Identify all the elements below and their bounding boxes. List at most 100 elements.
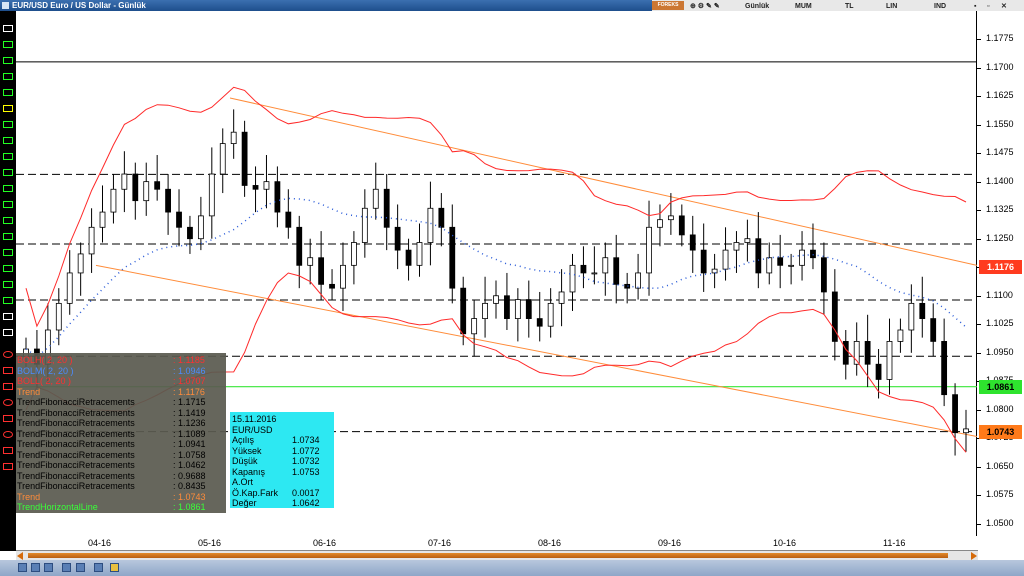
info-row: Ö.Kap.Fark 0.0017 (232, 488, 332, 498)
candle-body (351, 242, 357, 266)
save-icon[interactable] (76, 563, 85, 572)
legend-series-value: : 1.0861 (173, 502, 206, 512)
ellipse-tool-icon[interactable] (3, 351, 13, 358)
grid-tool-icon[interactable] (3, 169, 13, 176)
settings-icon[interactable] (44, 563, 53, 572)
print-icon[interactable] (62, 563, 71, 572)
scroll-thumb[interactable] (28, 553, 948, 558)
scroll-left-icon[interactable] (17, 552, 23, 560)
vline-tool-icon[interactable] (3, 265, 13, 272)
candle-body (755, 238, 762, 274)
candle-body (821, 257, 827, 293)
candle-body (514, 299, 521, 319)
price-tick-label: 1.1250 (986, 232, 1014, 243)
candle-body (449, 226, 456, 289)
ohlc-info-panel: 15.11.2016 EUR/USD Açılış 1.0734 Yüksek 1.0… (230, 412, 334, 508)
candle-body (700, 249, 707, 274)
legend-series-name: BOLH( 2, 20 ) (17, 355, 73, 365)
arc-tool-icon[interactable] (3, 137, 13, 144)
candle-body (471, 318, 478, 335)
eraser-tool-icon[interactable] (3, 329, 13, 336)
candle-body (525, 299, 532, 319)
price-tick-mark (977, 210, 981, 212)
legend-series-value: : 1.1715 (173, 397, 206, 407)
pitchfork-tool-icon[interactable] (3, 201, 13, 208)
candle-body (897, 329, 904, 342)
candle-body (165, 188, 171, 213)
price-tick-label: 1.1025 (986, 318, 1014, 329)
cursor-tool-icon[interactable] (3, 25, 13, 32)
hline-tool-icon[interactable] (3, 73, 13, 80)
refresh-icon[interactable] (31, 563, 40, 572)
legend-series-name: BOLM( 2, 20 ) (17, 365, 74, 376)
candle-body (744, 238, 751, 243)
dot-tool-icon[interactable] (3, 431, 13, 438)
candle-body (864, 341, 871, 365)
info-key: A.Ort (232, 477, 254, 487)
legend-row: TrendFibonacciRetracements: 0.9688 (17, 471, 225, 482)
text-tool-icon[interactable] (3, 313, 13, 320)
fan-tool-icon[interactable] (3, 121, 13, 128)
candle-body (110, 188, 117, 213)
rect-tool-icon[interactable] (3, 367, 13, 374)
legend-series-value: : 1.1176 (173, 386, 205, 397)
candle-body (329, 283, 335, 289)
candle-body (241, 131, 248, 186)
price-tick-mark (977, 352, 981, 354)
horizontal-scrollbar[interactable] (16, 550, 978, 560)
triangle-tool-icon[interactable] (3, 383, 13, 390)
candle-body (591, 272, 598, 275)
cycle-tool-icon[interactable] (3, 217, 13, 224)
candle-body (427, 207, 434, 243)
gann-tool-icon[interactable] (3, 153, 13, 160)
bottom-taskbar (0, 560, 1024, 576)
price-tick-label: 1.0950 (986, 346, 1014, 357)
price-tick-label: 1.1400 (986, 175, 1014, 186)
legend-row: TrendFibonacciRetracements: 1.1419 (17, 408, 225, 419)
candle-body (788, 264, 795, 267)
candle-body (77, 253, 84, 274)
line-tool-icon[interactable] (3, 41, 13, 48)
price-tick-mark (977, 181, 981, 183)
flag-tool-icon[interactable] (3, 447, 13, 454)
candle-body (361, 207, 368, 243)
legend-row: BOLL( 2, 20 ): 1.0707 (17, 376, 225, 387)
legend-row: Trend: 1.0743 (17, 492, 225, 503)
circle-tool-icon[interactable] (3, 399, 13, 406)
legend-series-name: TrendFibonacciRetracements (17, 397, 135, 407)
candle-body (941, 341, 948, 396)
fibonacci-tool-icon[interactable] (3, 105, 13, 112)
date-tick-label: 07-16 (428, 538, 452, 548)
regression-tool-icon[interactable] (3, 297, 13, 304)
candle-body (460, 287, 467, 335)
ray-tool-icon[interactable] (3, 185, 13, 192)
arrow-tool-icon[interactable] (3, 249, 13, 256)
price-axis: 1.1775 1.1700 1.1625 1.1550 1.1475 1.1400 1.13… (977, 11, 1024, 536)
zoom-icon[interactable] (18, 563, 27, 572)
indicator-legend: BOLH( 2, 20 ): 1.1185 BOLM( 2, 20 ): 1.09… (16, 353, 226, 513)
legend-series-value: : 1.0743 (173, 491, 206, 502)
parallel-tool-icon[interactable] (3, 233, 13, 240)
candle-body (405, 249, 412, 266)
channel-tool-icon[interactable] (3, 89, 13, 96)
candle-body (722, 249, 729, 270)
drawing-toolbar (0, 11, 16, 551)
candle-body (438, 207, 445, 228)
candle-body (383, 188, 390, 228)
date-tick-label: 09-16 (658, 538, 682, 548)
trend-tool-icon[interactable] (3, 57, 13, 64)
price-tick-label: 1.1325 (986, 204, 1014, 215)
note-tool-icon[interactable] (3, 463, 13, 470)
candle-body (646, 226, 652, 274)
price-tick-label: 1.0575 (986, 489, 1014, 500)
candle-body (919, 302, 926, 319)
pencil-icon[interactable] (110, 563, 119, 572)
layout-icon[interactable] (94, 563, 103, 572)
price-tag: 1.1176 (979, 259, 1022, 274)
legend-row: TrendFibonacciRetracements: 1.0941 (17, 439, 225, 450)
info-key: Kapanış (232, 466, 266, 477)
scroll-right-icon[interactable] (971, 552, 977, 560)
marker-tool-icon[interactable] (3, 415, 13, 422)
measure-tool-icon[interactable] (3, 281, 13, 288)
title-bar: EUR/USD Euro / US Dollar - Günlük FOREKS… (0, 0, 1024, 11)
